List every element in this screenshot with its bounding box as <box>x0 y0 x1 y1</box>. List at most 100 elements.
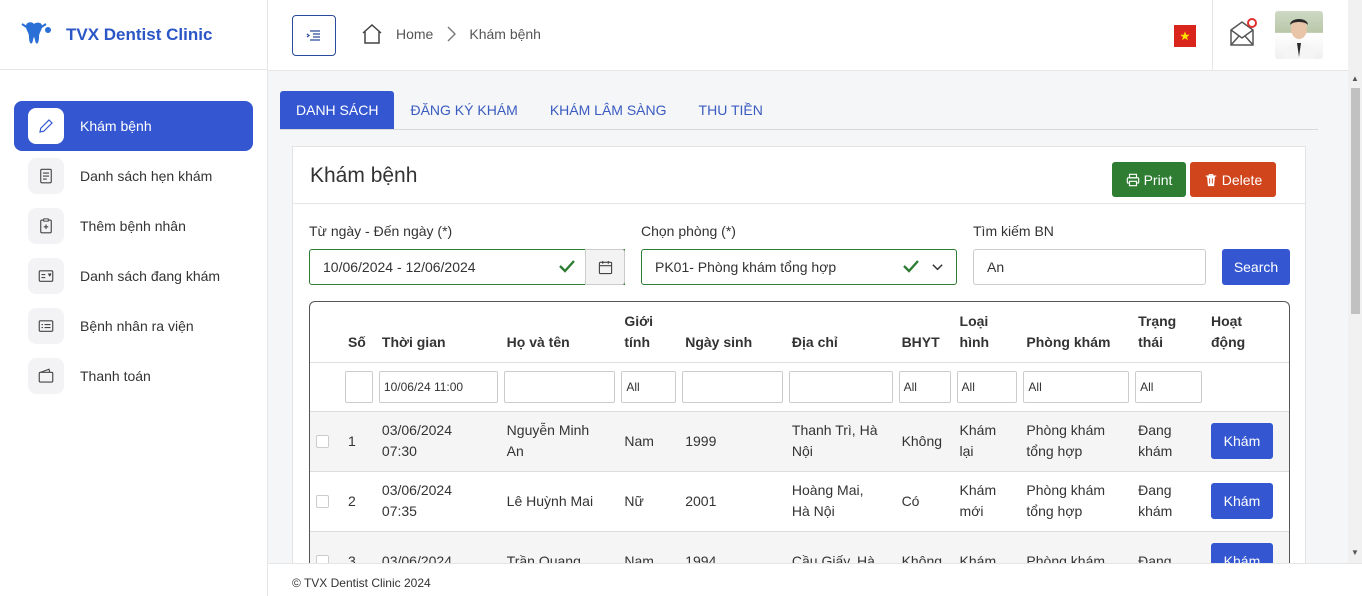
cell-addr-line1: Thanh Trì, Hà <box>791 422 878 438</box>
sidebar-item-danh-sach-hen-kham[interactable]: Danh sách hẹn khám <box>14 151 253 201</box>
sidebar-item-label: Danh sách hẹn khám <box>80 168 213 184</box>
breadcrumb-home-link[interactable]: Home <box>396 26 433 42</box>
table-row[interactable]: 2 03/06/2024 07:35 Lê Huỳnh Mai Nữ 2001 H… <box>310 471 1289 532</box>
trash-icon <box>1205 173 1217 186</box>
filter-thoi-gian-input[interactable]: 10/06/24 11:00 <box>378 370 498 403</box>
table-row[interactable]: 1 03/06/2024 07:30 Nguyễn Minh An Nam 1999… <box>310 411 1289 472</box>
scroll-up-arrow-icon[interactable]: ▲ <box>1351 74 1359 83</box>
tab-thu-tien[interactable]: THU TIỀN <box>683 91 779 129</box>
filter-trang-thai-select[interactable]: All <box>1135 370 1202 403</box>
cell-so: 2 <box>341 471 376 532</box>
kham-button[interactable]: Khám <box>1210 423 1273 459</box>
filter-so-input[interactable] <box>344 370 373 403</box>
footer: © TVX Dentist Clinic 2024 <box>268 563 1362 596</box>
cell-ho-ten: Lê Huỳnh Mai <box>500 471 619 532</box>
search-button[interactable]: Search <box>1222 249 1290 285</box>
cell-pk-line1: Phòng khám <box>1026 482 1106 498</box>
cell-phong-kham: Phòng khám tổng hợp <box>1020 411 1133 472</box>
kham-benh-card: Khám bệnh Print Delete Từ ngày - Đến ngà… <box>292 146 1306 587</box>
room-label: Chọn phòng (*) <box>641 223 736 239</box>
filter-ngay-sinh-input[interactable] <box>682 370 783 403</box>
filter-cell <box>341 362 376 412</box>
filter-cell: All <box>1020 362 1133 412</box>
col-select <box>310 302 342 363</box>
delete-button[interactable]: Delete <box>1190 162 1276 197</box>
cell-time: 07:30 <box>381 443 417 459</box>
col-loai-hinh: Loại hình <box>953 302 1021 363</box>
col-so: Số <box>341 302 376 363</box>
filter-row: 10/06/24 11:00 All All All All All <box>310 362 1289 412</box>
breadcrumb: Home Khám bệnh <box>360 22 541 46</box>
filter-cell <box>310 362 342 412</box>
calendar-button[interactable] <box>585 249 625 285</box>
row-checkbox[interactable] <box>316 494 329 508</box>
sidebar-item-kham-benh[interactable]: Khám bệnh <box>14 101 253 151</box>
filter-ho-ten-input[interactable] <box>503 370 616 403</box>
sidebar-item-benh-nhan-ra-vien[interactable]: Bệnh nhân ra viện <box>14 301 253 351</box>
filter-dia-chi-input[interactable] <box>788 370 893 403</box>
cell-pk-line2: tổng hợp <box>1026 503 1083 519</box>
clipboard-plus-icon <box>28 208 64 244</box>
sidebar-item-them-benh-nhan[interactable]: Thêm bệnh nhân <box>14 201 253 251</box>
brand[interactable]: TVX Dentist Clinic <box>0 0 267 70</box>
col-loai-hinh-line1: Loại <box>959 312 989 329</box>
list-document-icon <box>28 158 64 194</box>
col-thoi-gian: Thời gian <box>375 302 501 363</box>
col-gioi-tinh-line1: Giới <box>624 312 653 329</box>
tab-kham-lam-sang[interactable]: KHÁM LÂM SÀNG <box>534 91 683 129</box>
col-hoat-dong: Hoạt động <box>1204 302 1289 363</box>
cell-ho-ten: Nguyễn Minh An <box>500 411 619 472</box>
date-range-input[interactable]: 10/06/2024 - 12/06/2024 <box>309 249 625 285</box>
sidebar-item-label: Danh sách đang khám <box>80 268 221 284</box>
sidebar-menu: Khám bệnh Danh sách hẹn khám Thêm bệnh n… <box>0 70 267 401</box>
filter-loai-hinh-select[interactable]: All <box>956 370 1018 403</box>
patient-search-input[interactable]: An <box>973 249 1206 285</box>
tooth-logo-icon <box>21 21 51 44</box>
page-scrollbar[interactable]: ▲ ▼ <box>1348 0 1362 563</box>
sidebar-toggle-button[interactable] <box>292 15 336 56</box>
patient-table: Số Thời gian Họ và tên Giới tính Ngày sin… <box>309 301 1290 587</box>
filter-gioi-tinh-select[interactable]: All <box>621 370 677 403</box>
home-icon[interactable] <box>360 22 384 46</box>
tab-danh-sach[interactable]: DANH SÁCH <box>280 91 395 129</box>
page-title: Khám bệnh <box>310 164 418 187</box>
scroll-down-arrow-icon[interactable]: ▼ <box>1351 548 1359 557</box>
col-bhyt: BHYT <box>895 302 954 363</box>
scrollbar-thumb[interactable] <box>1351 88 1360 314</box>
menu-collapse-icon <box>306 29 320 41</box>
valid-check-icon <box>559 260 575 273</box>
sidebar-item-thanh-toan[interactable]: Thanh toán <box>14 351 253 401</box>
room-select[interactable]: PK01- Phòng khám tổng hợp <box>641 249 957 285</box>
filter-bhyt-select[interactable]: All <box>898 370 951 403</box>
address-card-icon <box>28 308 64 344</box>
sidebar-item-danh-sach-dang-kham[interactable]: Danh sách đang khám <box>14 251 253 301</box>
col-trang-thai-line1: Trạng <box>1138 312 1177 329</box>
cell-loai-line1: Khám <box>959 482 997 498</box>
print-label: Print <box>1143 171 1173 188</box>
filter-cell: All <box>953 362 1021 412</box>
brand-name: TVX Dentist Clinic <box>66 24 213 44</box>
vietnam-flag-icon[interactable] <box>1174 25 1196 47</box>
cell-gioi-tinh: Nữ <box>618 471 680 532</box>
row-select-cell <box>310 471 342 532</box>
calendar-icon <box>598 260 612 274</box>
filter-cell: All <box>895 362 954 412</box>
print-button[interactable]: Print <box>1112 162 1186 197</box>
cell-addr-line2: Nội <box>791 443 813 459</box>
kham-button[interactable]: Khám <box>1210 483 1273 519</box>
col-trang-thai-line2: thái <box>1138 333 1163 350</box>
avatar[interactable] <box>1275 11 1323 59</box>
col-dia-chi: Địa chỉ <box>785 302 896 363</box>
tab-dang-ky-kham[interactable]: ĐĂNG KÝ KHÁM <box>394 91 533 129</box>
cell-dia-chi: Thanh Trì, Hà Nội <box>785 411 896 472</box>
cell-name-line1: Nguyễn Minh <box>506 422 590 438</box>
filter-cell <box>679 362 786 412</box>
cell-loai-line2: mới <box>959 503 984 519</box>
cell-pk-line2: tổng hợp <box>1026 443 1083 459</box>
cell-pk-line1: Phòng khám <box>1026 422 1106 438</box>
sidebar-item-label: Bệnh nhân ra viện <box>80 318 194 334</box>
filter-phong-kham-select[interactable]: All <box>1023 370 1130 403</box>
filter-cell: All <box>1132 362 1205 412</box>
cell-gioi-tinh: Nam <box>618 411 680 472</box>
row-checkbox[interactable] <box>316 434 329 448</box>
